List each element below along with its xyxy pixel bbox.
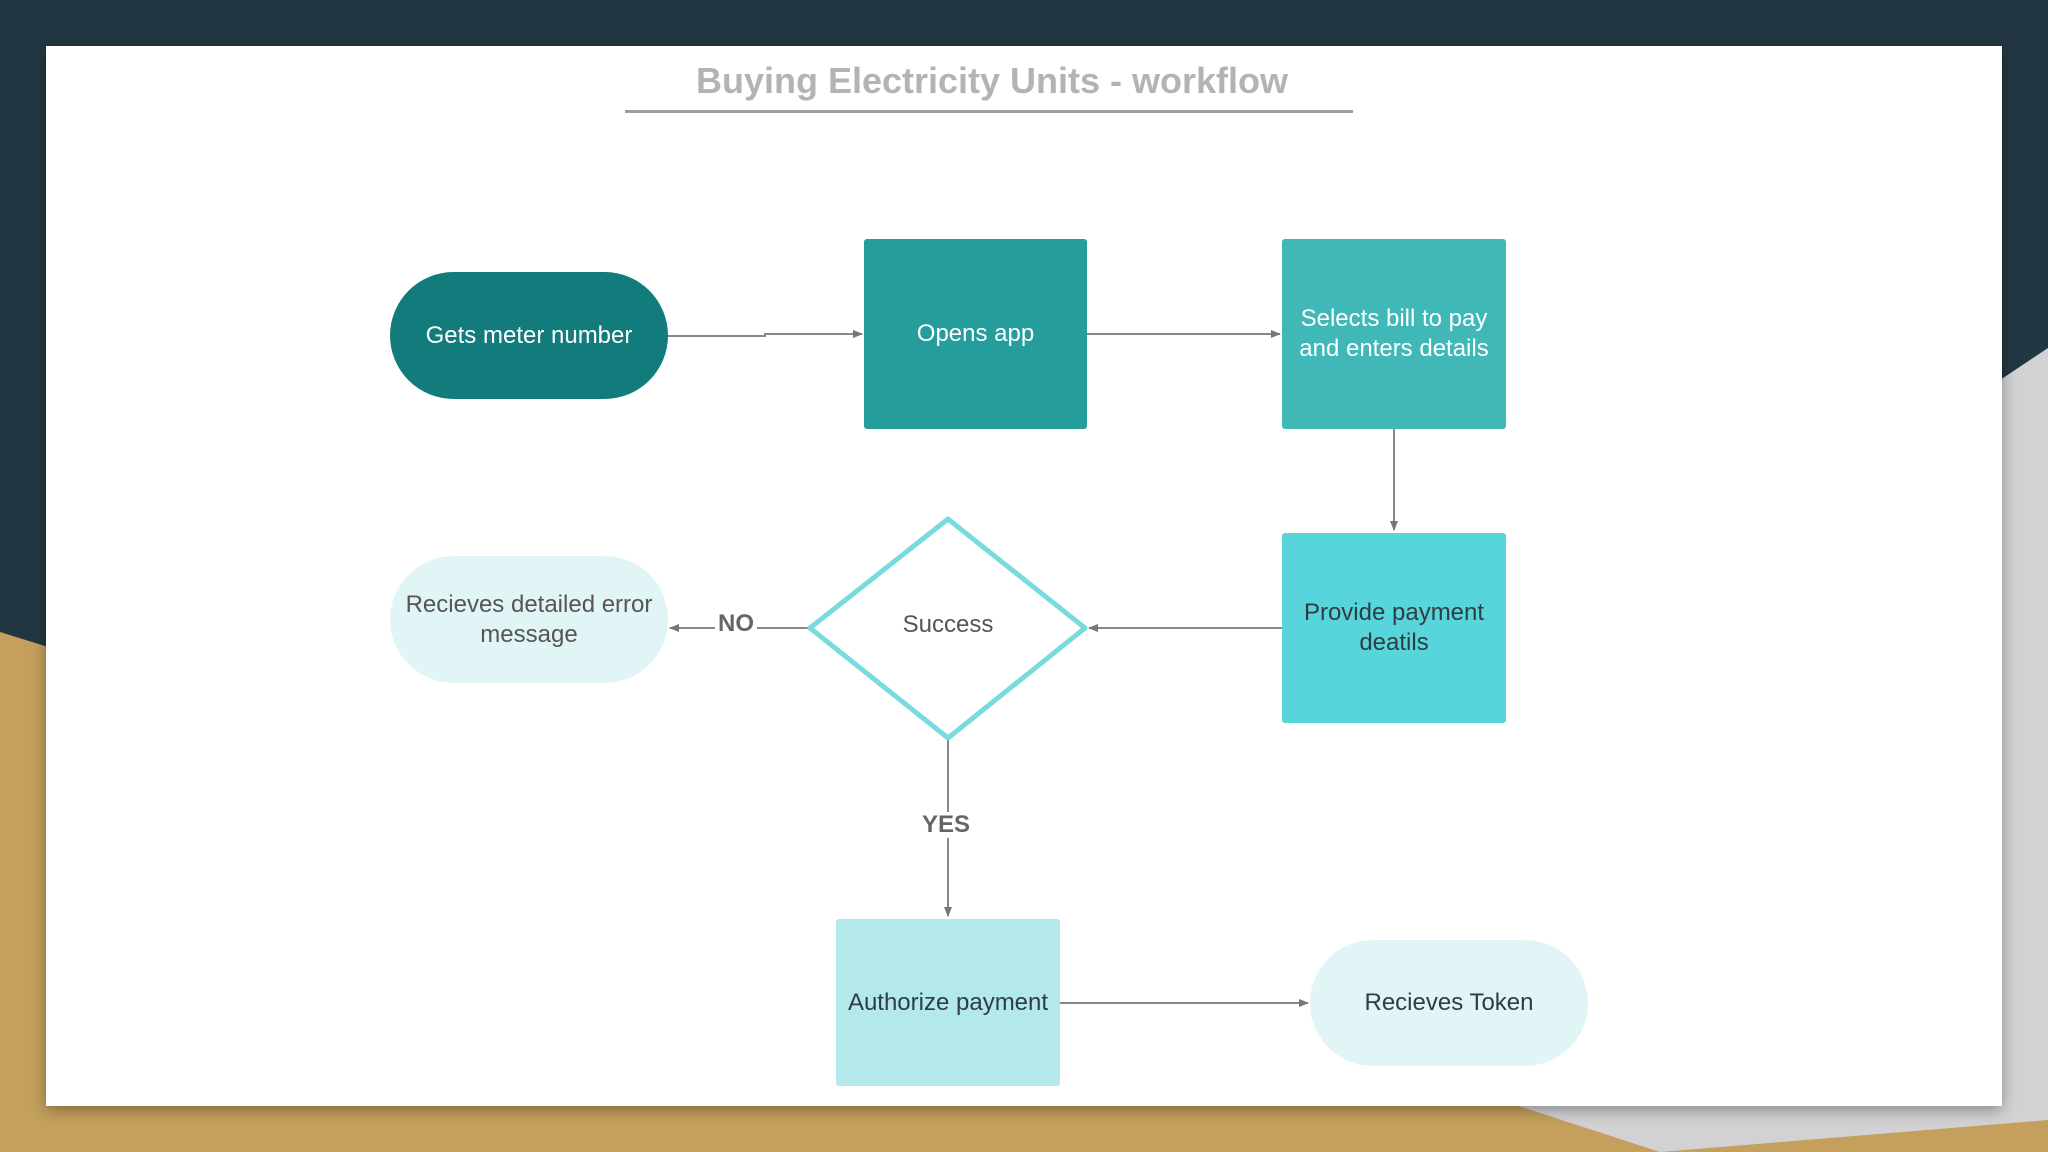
node-provide-payment: Provide payment deatils	[1282, 533, 1506, 723]
node-authorize-payment-label: Authorize payment	[847, 988, 1049, 1016]
edge-label-yes: YES	[919, 812, 974, 838]
edge-meter-to-app	[668, 330, 863, 338]
node-success-label: Success	[902, 611, 994, 638]
node-error-message: Recieves detailed error message	[390, 556, 668, 683]
node-success: Success	[848, 600, 1048, 650]
node-error-message-label: Recieves detailed error message	[405, 590, 653, 648]
node-selects-bill-label: Selects bill to pay and enters details	[1299, 305, 1489, 362]
node-authorize-payment: Authorize payment	[836, 919, 1060, 1086]
node-gets-meter-number-label: Gets meter number	[425, 321, 633, 349]
node-recieves-token-label: Recieves Token	[1364, 989, 1534, 1016]
node-provide-payment-label: Provide payment deatils	[1303, 599, 1485, 656]
node-recieves-token: Recieves Token	[1310, 940, 1588, 1066]
node-gets-meter-number: Gets meter number	[390, 272, 668, 399]
node-opens-app-label: Opens app	[916, 320, 1035, 347]
edge-label-no: NO	[715, 611, 757, 637]
node-opens-app: Opens app	[864, 239, 1087, 429]
node-selects-bill: Selects bill to pay and enters details	[1282, 239, 1506, 429]
